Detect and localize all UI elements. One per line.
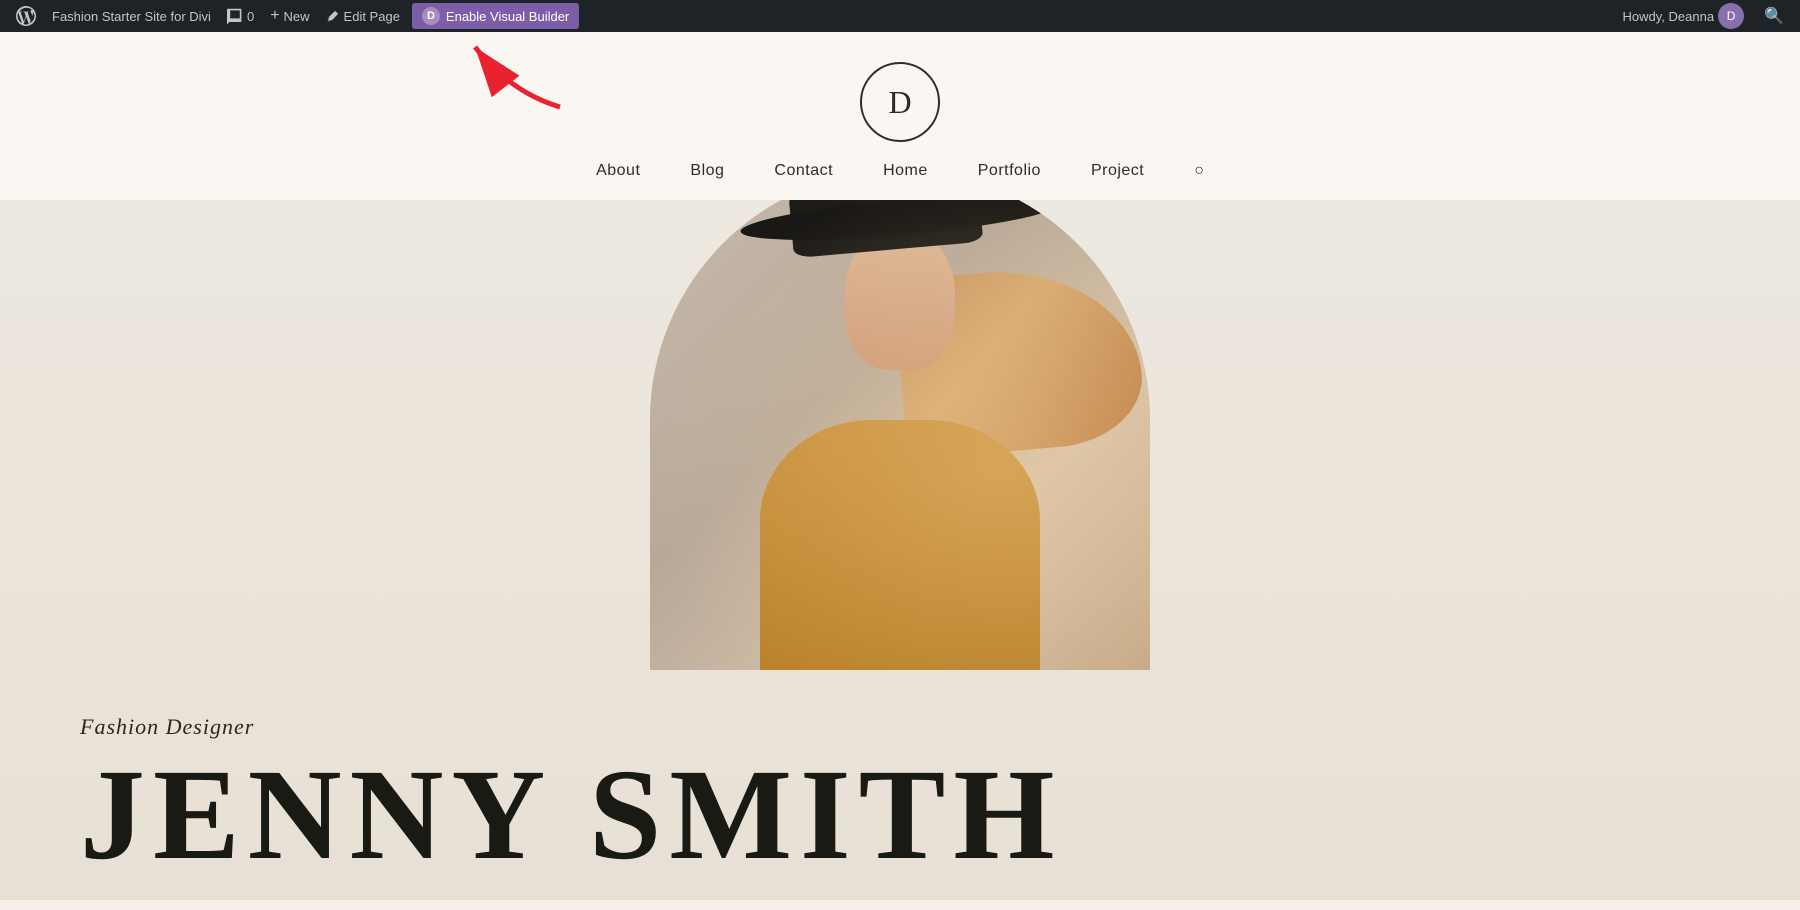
edit-icon [326, 9, 340, 23]
hero-text: Fashion Designer JENNY SMITH [0, 714, 1800, 880]
comments-icon [227, 8, 243, 24]
admin-bar: Fashion Starter Site for Divi 0 + New Ed… [0, 0, 1800, 32]
wordpress-icon [16, 6, 36, 26]
nav-home[interactable]: Home [883, 162, 928, 180]
hero-portrait-container [650, 200, 1150, 670]
fashion-designer-label: Fashion Designer [80, 714, 1720, 740]
admin-bar-right: Howdy, Deanna D 🔍 [1615, 0, 1792, 32]
site-name-item[interactable]: Fashion Starter Site for Divi [44, 0, 219, 32]
new-item[interactable]: + New [262, 0, 317, 32]
enable-visual-builder-button[interactable]: D Enable Visual Builder [412, 3, 579, 29]
plus-icon: + [270, 7, 279, 25]
divi-d-icon: D [422, 7, 440, 25]
user-avatar: D [1718, 3, 1744, 29]
wp-logo-item[interactable] [8, 0, 44, 32]
hero-section: Fashion Designer JENNY SMITH [0, 200, 1800, 900]
edit-page-item[interactable]: Edit Page [318, 0, 408, 32]
nav-contact[interactable]: Contact [774, 162, 833, 180]
site-logo[interactable]: D [860, 62, 940, 142]
site-title: Fashion Starter Site for Divi [52, 9, 211, 24]
search-admin-icon: 🔍 [1764, 6, 1784, 26]
nav-search-icon[interactable]: ○ [1194, 162, 1204, 180]
sweater [760, 420, 1040, 670]
nav-about[interactable]: About [596, 162, 640, 180]
site-header: D About Blog Contact Home Portfolio Proj… [0, 32, 1800, 200]
edit-page-label: Edit Page [344, 9, 400, 24]
howdy-label: Howdy, Deanna [1623, 9, 1715, 24]
main-nav: About Blog Contact Home Portfolio Projec… [596, 162, 1204, 180]
comments-item[interactable]: 0 [219, 0, 262, 32]
nav-project[interactable]: Project [1091, 162, 1144, 180]
search-admin-item[interactable]: 🔍 [1756, 0, 1792, 32]
enable-visual-builder-label: Enable Visual Builder [446, 9, 569, 24]
howdy-item[interactable]: Howdy, Deanna D [1615, 0, 1753, 32]
hero-name: JENNY SMITH [80, 750, 1720, 880]
nav-blog[interactable]: Blog [690, 162, 724, 180]
site-content: D About Blog Contact Home Portfolio Proj… [0, 0, 1800, 900]
nav-portfolio[interactable]: Portfolio [978, 162, 1041, 180]
new-label: New [284, 9, 310, 24]
hero-portrait-circle [650, 200, 1150, 670]
comments-count: 0 [247, 9, 254, 24]
